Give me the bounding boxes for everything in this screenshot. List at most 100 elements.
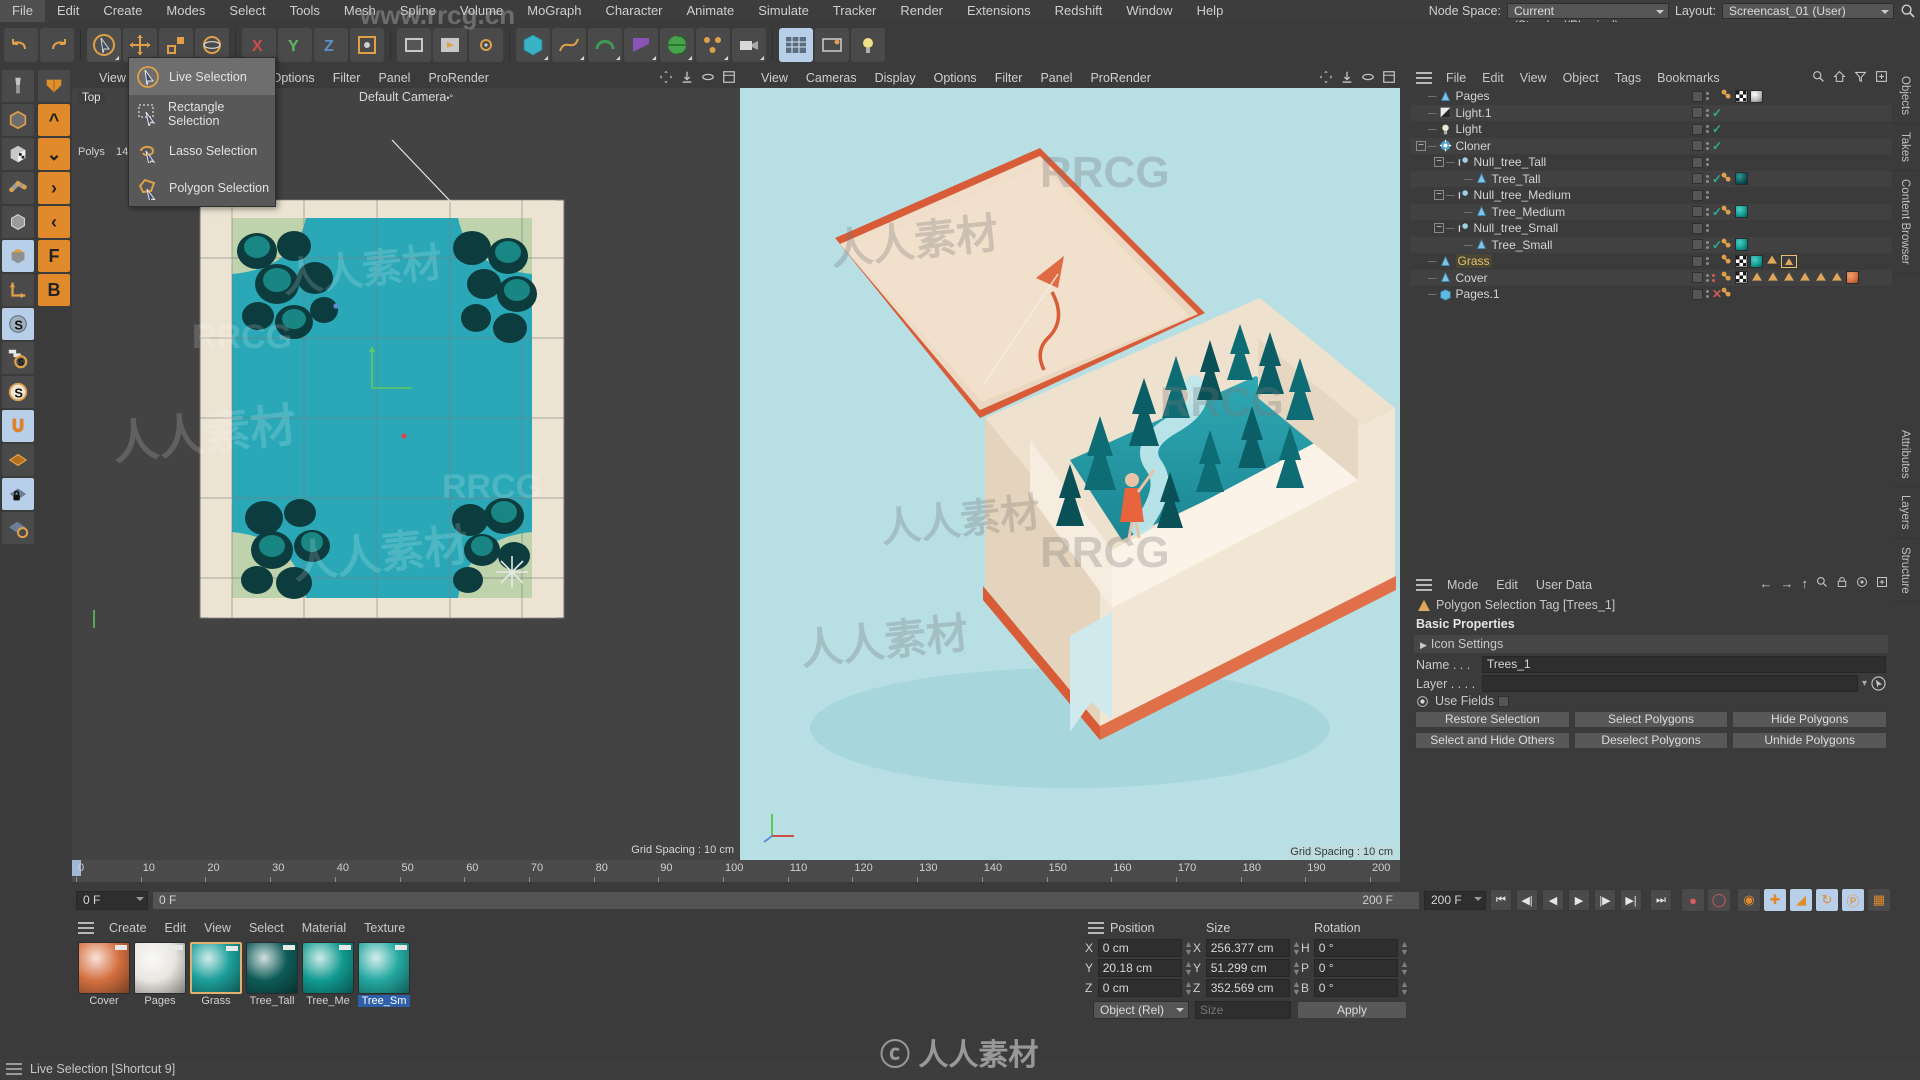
- right-vp-menu-prorender[interactable]: ProRender: [1081, 68, 1159, 88]
- texture-tag-icon[interactable]: [1735, 90, 1748, 103]
- object-row[interactable]: −─Null_tree_Small: [1410, 220, 1892, 237]
- points-mode-button[interactable]: [2, 172, 34, 204]
- dock-tab-content-browser[interactable]: Content Browser: [1892, 171, 1918, 274]
- link-tag-icon[interactable]: [1720, 286, 1733, 302]
- object-name-label[interactable]: Light: [1456, 122, 1482, 136]
- object-row-toggles[interactable]: [1692, 91, 1709, 102]
- autokeying-icon[interactable]: ◯: [1708, 889, 1730, 911]
- object-row-toggles[interactable]: ✓: [1692, 139, 1722, 153]
- left-vp-menu-panel[interactable]: Panel: [369, 68, 419, 88]
- object-row-toggles[interactable]: ✓: [1692, 106, 1722, 120]
- hamburger-icon[interactable]: [1416, 579, 1432, 591]
- object-row[interactable]: ─Grass: [1410, 253, 1892, 270]
- material-swatch-list[interactable]: CoverPagesGrassTree_TallTree_MeTree_Sm: [72, 938, 1082, 1011]
- material-swatch[interactable]: Pages: [134, 942, 186, 1007]
- menu-item-volume[interactable]: Volume: [448, 0, 515, 22]
- link-tag-icon[interactable]: [1720, 88, 1733, 104]
- add-generator-object-button[interactable]: [588, 28, 622, 62]
- size-z-input[interactable]: 352.569 cm: [1206, 979, 1290, 997]
- material-preview[interactable]: [134, 942, 186, 994]
- mm-menu-view[interactable]: View: [195, 918, 240, 938]
- object-row[interactable]: −─Null_tree_Tall: [1410, 154, 1892, 171]
- object-axis-mode-button[interactable]: [2, 274, 34, 306]
- link-tag-icon[interactable]: [1720, 270, 1733, 286]
- size-y-stepper[interactable]: ▲▼: [1292, 960, 1299, 976]
- menu-item-file[interactable]: File: [0, 0, 45, 22]
- editor-visibility-checkbox[interactable]: [1692, 190, 1703, 201]
- polygon-selection-tag-icon[interactable]: [1798, 270, 1812, 286]
- editor-visibility-checkbox[interactable]: [1692, 157, 1703, 168]
- select-polygons-button[interactable]: Select Polygons: [1574, 711, 1729, 728]
- texture-tag-icon[interactable]: [1735, 271, 1748, 284]
- lock-z-axis-button[interactable]: Z: [314, 28, 348, 62]
- expand-collapse-toggle[interactable]: −: [1434, 223, 1444, 233]
- object-row[interactable]: ─Cover: [1410, 270, 1892, 287]
- target-icon[interactable]: [1856, 576, 1868, 588]
- mm-menu-edit[interactable]: Edit: [156, 918, 196, 938]
- object-row-tags[interactable]: [1720, 171, 1748, 187]
- menu-item-render[interactable]: Render: [888, 0, 955, 22]
- object-name-label[interactable]: Pages.1: [1456, 287, 1500, 301]
- timeline-ruler-panel[interactable]: 0102030405060708090100110120130140150160…: [72, 860, 1400, 888]
- dock-tab-takes[interactable]: Takes: [1892, 124, 1918, 171]
- visibility-dots-red-icon[interactable]: [1712, 274, 1715, 282]
- add-icon[interactable]: [1876, 576, 1888, 588]
- name-input[interactable]: Trees_1: [1482, 656, 1886, 673]
- size-y-input[interactable]: 51.299 cm: [1206, 959, 1290, 977]
- timeline-range-bar[interactable]: 0 F 200 F: [152, 891, 1420, 910]
- play-icon[interactable]: ▶: [1568, 889, 1590, 911]
- visibility-dots-icon[interactable]: [1706, 158, 1709, 166]
- add-cube-object-button[interactable]: [516, 28, 550, 62]
- om-menu-tags[interactable]: Tags: [1607, 68, 1649, 88]
- object-row-toggles[interactable]: ✓: [1692, 172, 1722, 186]
- object-name-label[interactable]: Grass: [1456, 254, 1492, 268]
- render-settings-button[interactable]: [469, 28, 503, 62]
- om-menu-file[interactable]: File: [1438, 68, 1474, 88]
- add-mograph-object-button[interactable]: [696, 28, 730, 62]
- right-vp-menu-view[interactable]: View: [752, 68, 797, 88]
- editor-visibility-checkbox[interactable]: [1692, 91, 1703, 102]
- chevron-down-icon[interactable]: ▾: [1862, 678, 1867, 689]
- link-tag-icon[interactable]: [1720, 204, 1733, 220]
- zoom-icon[interactable]: [1340, 70, 1354, 84]
- mm-menu-material[interactable]: Material: [293, 918, 355, 938]
- om-menu-object[interactable]: Object: [1555, 68, 1607, 88]
- material-tag-icon[interactable]: [1735, 172, 1748, 185]
- object-row-toggles[interactable]: ✓: [1692, 122, 1722, 136]
- menu-item-create[interactable]: Create: [91, 0, 154, 22]
- step-back-frame-icon[interactable]: ◀: [1542, 889, 1564, 911]
- render-view-button[interactable]: [397, 28, 431, 62]
- position-x-input[interactable]: 0 cm: [1098, 939, 1182, 957]
- rotation-h-input[interactable]: 0 °: [1314, 939, 1398, 957]
- current-frame-input[interactable]: 0 F: [76, 891, 148, 910]
- object-row-tags[interactable]: [1720, 88, 1763, 104]
- object-row-tags[interactable]: [1720, 270, 1859, 286]
- position-y-input[interactable]: 20.18 cm: [1098, 959, 1182, 977]
- search-icon[interactable]: [1816, 576, 1828, 588]
- object-row[interactable]: −─Cloner✓: [1410, 138, 1892, 155]
- rotation-p-stepper[interactable]: ▲▼: [1400, 960, 1407, 976]
- link-tag-icon[interactable]: [1720, 171, 1733, 187]
- object-row-toggles[interactable]: [1692, 223, 1709, 234]
- link-tag-icon[interactable]: [1720, 237, 1733, 253]
- attributes-icon-settings-fold[interactable]: ▶Icon Settings: [1414, 635, 1888, 653]
- pan-icon[interactable]: [659, 70, 673, 84]
- radio-icon[interactable]: [1416, 695, 1429, 708]
- polygon-selection-tag-icon[interactable]: [1782, 270, 1796, 286]
- size-x-input[interactable]: 256.377 cm: [1206, 939, 1290, 957]
- flyout-item-live-selection[interactable]: Live Selection: [129, 58, 275, 95]
- menu-item-spline[interactable]: Spline: [388, 0, 448, 22]
- record-active-objects-icon[interactable]: ●: [1682, 889, 1704, 911]
- menu-item-tools[interactable]: Tools: [278, 0, 332, 22]
- step-forward-frame-icon[interactable]: |▶: [1594, 889, 1616, 911]
- view-right-button[interactable]: ›: [38, 172, 70, 204]
- object-row-tags[interactable]: [1720, 204, 1748, 220]
- object-row-toggles[interactable]: [1692, 272, 1715, 283]
- position-y-stepper[interactable]: ▲▼: [1184, 960, 1191, 976]
- object-name-label[interactable]: Null_tree_Tall: [1474, 155, 1547, 169]
- polygons-mode-button[interactable]: [2, 240, 34, 272]
- object-name-label[interactable]: Tree_Small: [1492, 238, 1553, 252]
- model-mode-button[interactable]: [2, 104, 34, 136]
- hamburger-icon[interactable]: [78, 922, 94, 934]
- layer-input[interactable]: [1482, 675, 1858, 692]
